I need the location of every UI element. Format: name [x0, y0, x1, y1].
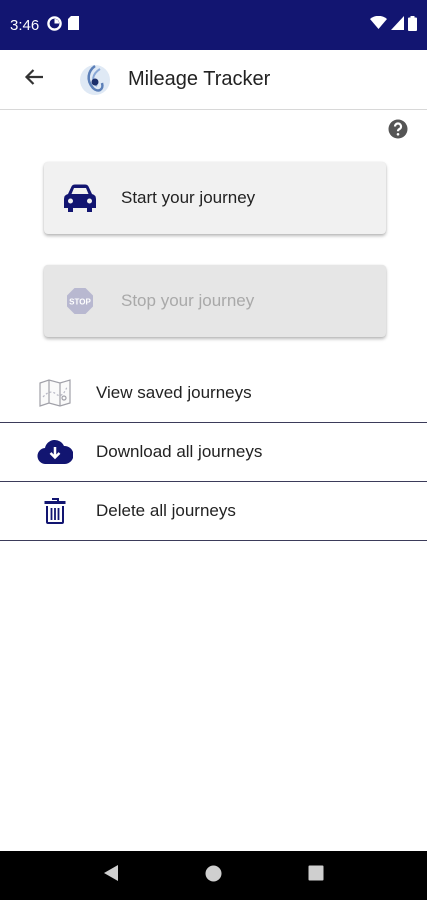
view-saved-journeys-label: View saved journeys — [96, 383, 252, 402]
recents-square-icon — [308, 865, 324, 886]
download-all-journeys-item[interactable]: Download all journeys — [0, 423, 427, 481]
svg-text:STOP: STOP — [69, 298, 91, 307]
arrow-back-icon — [24, 68, 44, 91]
start-journey-label: Start your journey — [121, 188, 256, 207]
car-icon — [62, 180, 98, 216]
sd-card-icon — [68, 16, 80, 34]
stop-journey-button[interactable]: STOP Stop your journey — [44, 265, 386, 337]
map-icon — [37, 375, 73, 411]
delete-all-journeys-label: Delete all journeys — [96, 501, 236, 520]
back-triangle-icon — [103, 864, 119, 887]
signal-icon — [391, 16, 404, 34]
status-bar: 3:46 — [0, 0, 427, 50]
status-icons-right — [370, 15, 417, 35]
data-saver-icon — [47, 15, 62, 35]
app-bar: Mileage Tracker — [0, 50, 427, 110]
delete-all-journeys-item[interactable]: Delete all journeys — [0, 482, 427, 540]
stop-journey-label: Stop your journey — [121, 291, 255, 310]
start-journey-button[interactable]: Start your journey — [44, 162, 386, 234]
nav-home-button[interactable] — [198, 861, 228, 891]
trash-icon — [37, 493, 73, 529]
view-saved-journeys-item[interactable]: View saved journeys — [0, 364, 427, 422]
download-all-journeys-label: Download all journeys — [96, 442, 263, 461]
help-circle-icon[interactable] — [388, 119, 408, 139]
battery-icon — [408, 15, 417, 35]
cloud-download-icon — [37, 434, 73, 470]
nav-back-button[interactable] — [96, 861, 126, 891]
divider — [0, 540, 427, 541]
nav-recents-button[interactable] — [301, 861, 331, 891]
status-time: 3:46 — [10, 16, 40, 34]
back-button[interactable] — [17, 63, 51, 97]
stop-sign-icon: STOP — [62, 283, 98, 319]
home-circle-icon — [205, 865, 222, 887]
system-nav-bar — [0, 851, 427, 900]
wifi-icon — [370, 15, 387, 34]
app-title: Mileage Tracker — [128, 68, 271, 90]
status-icons-left — [47, 15, 80, 35]
app-logo-icon — [78, 63, 112, 97]
